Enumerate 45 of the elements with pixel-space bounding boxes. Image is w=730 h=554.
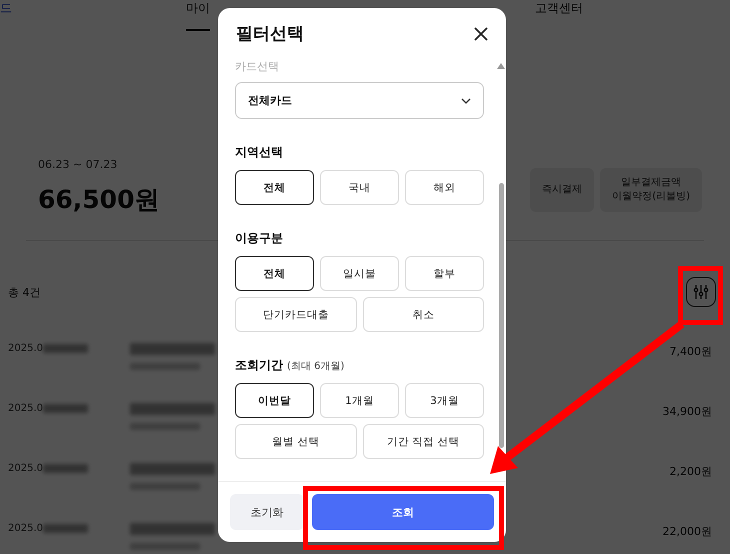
scroll-thumb[interactable] [498,183,504,448]
filter-option[interactable]: 국내 [320,170,399,205]
date-text: 2025.0 [8,403,43,414]
scroll-up-icon[interactable] [497,63,505,69]
amount-text: 7,400원 [670,344,712,359]
filter-option[interactable]: 할부 [405,256,484,291]
section-title: 지역선택 [235,144,283,161]
amount-text: 22,000원 [662,524,712,539]
filter-option[interactable]: 이번달 [235,383,314,418]
filter-option[interactable]: 단기카드대출 [235,297,356,332]
section-note: (최대 6개월) [287,360,344,373]
period-text: 06.23 ~ 07.23 [38,158,118,171]
reset-button[interactable]: 초기화 [230,494,304,530]
redacted-block [43,344,88,353]
search-button[interactable]: 조회 [312,494,494,530]
card-dropdown[interactable]: 전체카드 [235,82,484,119]
amount-text: 34,900원 [662,404,712,419]
redacted-block [43,524,88,533]
filter-option[interactable]: 전체 [235,170,314,205]
date-text: 2025.0 [8,523,43,534]
section-title: 조회기간 [235,357,283,374]
close-icon [474,26,488,40]
filter-icon [693,284,709,300]
close-button[interactable] [474,26,488,40]
chevron-down-icon [461,98,471,104]
filter-option[interactable]: 일시불 [320,256,399,291]
date-text: 2025.0 [8,343,43,354]
filter-option[interactable]: 취소 [362,297,484,332]
filter-option[interactable]: 전체 [235,256,314,291]
redacted-block [43,464,88,473]
section-title: 이용구분 [235,230,283,247]
filter-option[interactable]: 월별 선택 [235,424,356,459]
filter-option[interactable]: 기간 직접 선택 [362,424,484,459]
filter-option[interactable]: 1개월 [320,383,399,418]
total-amount: 66,500원 [38,184,160,216]
filter-button[interactable] [686,277,716,307]
filter-option[interactable]: 3개월 [405,383,484,418]
dialog-title: 필터선택 [236,23,304,45]
highlight-frame [678,266,723,325]
amount-text: 2,200원 [670,464,712,479]
redacted-block [43,404,88,413]
section-label: 카드선택 [235,59,280,74]
filter-option[interactable]: 해외 [405,170,484,205]
date-text: 2025.0 [8,463,43,474]
count-text: 총 4건 [8,284,40,300]
